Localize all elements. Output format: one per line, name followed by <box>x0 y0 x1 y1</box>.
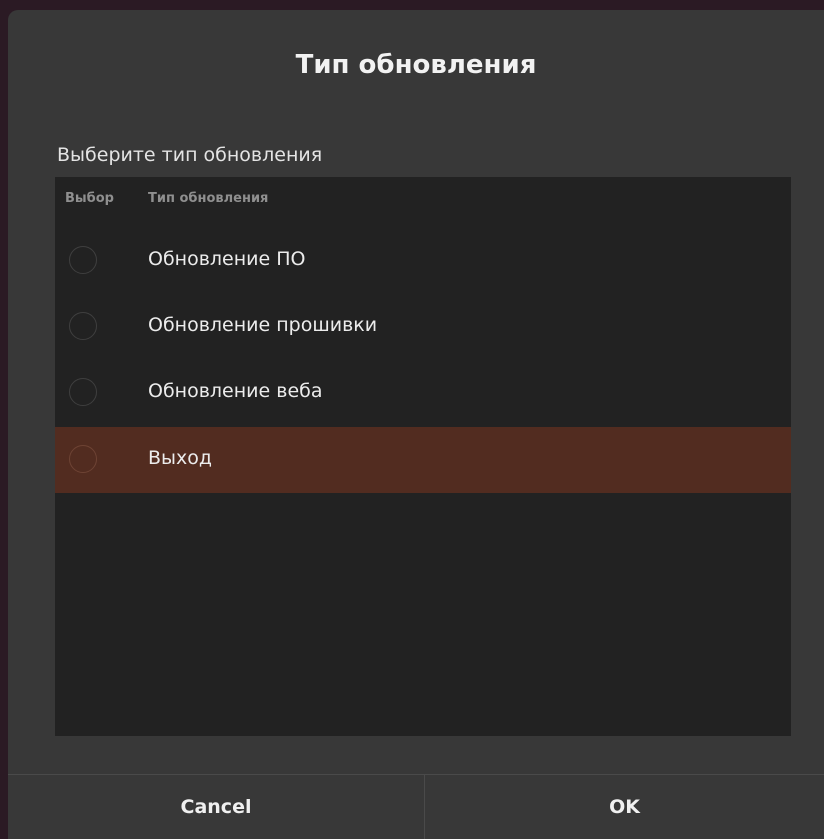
list-item-software-update[interactable]: Обновление ПО <box>55 228 791 294</box>
list-item-label: Обновление ПО <box>148 248 306 270</box>
update-type-dialog: Тип обновления Выберите тип обновления В… <box>8 10 824 839</box>
cancel-button[interactable]: Cancel <box>8 775 425 839</box>
dialog-title: Тип обновления <box>295 50 537 80</box>
list-item-firmware-update[interactable]: Обновление прошивки <box>55 294 791 360</box>
list-item-label: Выход <box>148 447 213 469</box>
list-item-label: Обновление прошивки <box>148 314 378 336</box>
radio-button[interactable] <box>69 378 97 406</box>
list-item-label: Обновление веба <box>148 380 323 402</box>
radio-button[interactable] <box>69 246 97 274</box>
update-type-list: Выбор Тип обновления Обновление ПО Обнов… <box>55 177 791 736</box>
ok-button[interactable]: OK <box>425 775 824 839</box>
radio-button[interactable] <box>69 312 97 340</box>
dialog-prompt: Выберите тип обновления <box>57 144 323 166</box>
dialog-footer: Cancel OK <box>8 774 824 839</box>
radio-button[interactable] <box>69 445 97 473</box>
list-item-web-update[interactable]: Обновление веба <box>55 360 791 426</box>
column-header-type: Тип обновления <box>148 191 269 206</box>
column-header-select: Выбор <box>65 191 114 206</box>
list-item-exit[interactable]: Выход <box>55 427 791 493</box>
